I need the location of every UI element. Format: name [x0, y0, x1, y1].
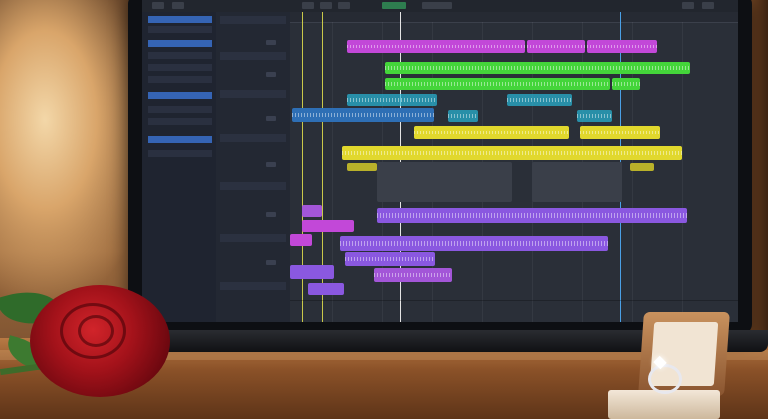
track-header[interactable]: [220, 90, 286, 98]
library-item[interactable]: [148, 16, 212, 23]
library-item[interactable]: [148, 150, 212, 157]
stop-icon[interactable]: [320, 2, 332, 9]
audio-clip[interactable]: [342, 146, 682, 160]
audio-clip[interactable]: [507, 94, 572, 106]
audio-clip[interactable]: [385, 78, 610, 90]
audio-clip[interactable]: [385, 62, 690, 74]
midi-region[interactable]: [377, 162, 512, 202]
tempo-display: [422, 2, 452, 9]
audio-clip[interactable]: [340, 236, 608, 251]
midi-clip[interactable]: [347, 163, 377, 171]
audio-clip[interactable]: [587, 40, 657, 53]
midi-clip[interactable]: [630, 163, 654, 171]
audio-clip[interactable]: [374, 268, 452, 282]
audio-clip[interactable]: [308, 283, 344, 295]
library-item[interactable]: [148, 106, 212, 113]
audio-clip[interactable]: [577, 110, 612, 122]
track-header[interactable]: [220, 282, 286, 290]
track-header[interactable]: [220, 182, 286, 190]
record-button[interactable]: [382, 2, 406, 9]
track-header[interactable]: [220, 234, 286, 242]
audio-clip[interactable]: [347, 94, 437, 106]
close-icon[interactable]: [702, 2, 714, 9]
audio-clip[interactable]: [302, 220, 354, 232]
library-item[interactable]: [148, 76, 212, 83]
audio-clip[interactable]: [612, 78, 640, 90]
midi-region[interactable]: [532, 162, 622, 202]
library-item[interactable]: [148, 118, 212, 125]
audio-clip[interactable]: [347, 40, 525, 53]
daw-screen: [142, 0, 738, 322]
volume-knob[interactable]: [266, 40, 276, 45]
track-headers: [216, 12, 291, 322]
volume-knob[interactable]: [266, 212, 276, 217]
track-header[interactable]: [220, 52, 286, 60]
library-item[interactable]: [148, 26, 212, 33]
library-panel: [142, 12, 217, 322]
library-item[interactable]: [148, 40, 212, 47]
play-icon[interactable]: [338, 2, 350, 9]
tool-icon[interactable]: [172, 2, 184, 9]
audio-clip[interactable]: [290, 234, 312, 246]
library-item[interactable]: [148, 64, 212, 71]
audio-clip[interactable]: [302, 205, 322, 217]
volume-knob[interactable]: [266, 162, 276, 167]
library-item[interactable]: [148, 92, 212, 99]
diamond-ring: [648, 364, 682, 394]
track-header[interactable]: [220, 16, 286, 24]
audio-clip[interactable]: [580, 126, 660, 139]
volume-knob[interactable]: [266, 260, 276, 265]
red-rose: [30, 285, 170, 397]
volume-knob[interactable]: [266, 72, 276, 77]
audio-clip[interactable]: [527, 40, 585, 53]
library-item[interactable]: [148, 52, 212, 59]
rewind-icon[interactable]: [302, 2, 314, 9]
track-header[interactable]: [220, 134, 286, 142]
ring-box-base: [608, 390, 720, 419]
audio-clip[interactable]: [377, 208, 687, 223]
audio-clip[interactable]: [414, 126, 569, 139]
settings-icon[interactable]: [682, 2, 694, 9]
menu-icon[interactable]: [152, 2, 164, 9]
library-item[interactable]: [148, 136, 212, 143]
audio-clip[interactable]: [292, 108, 434, 122]
audio-clip[interactable]: [290, 265, 334, 279]
audio-clip[interactable]: [345, 252, 435, 266]
audio-clip[interactable]: [448, 110, 478, 122]
volume-knob[interactable]: [266, 116, 276, 121]
timeline-ruler[interactable]: [290, 12, 738, 23]
